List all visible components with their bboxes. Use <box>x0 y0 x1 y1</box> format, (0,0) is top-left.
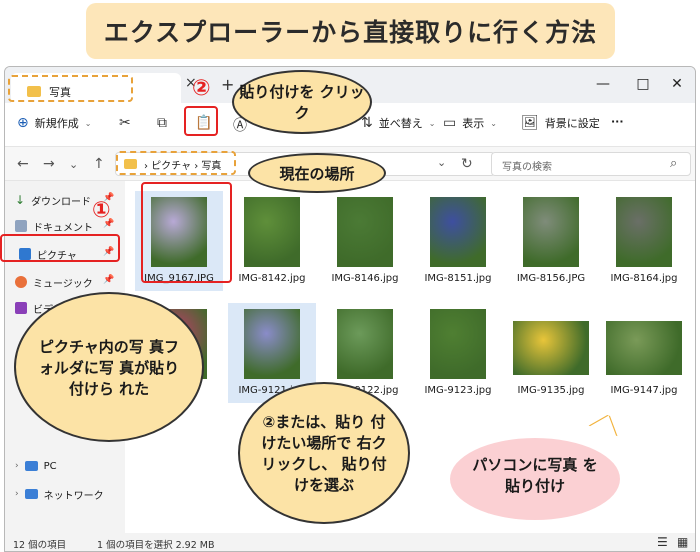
image-thumbnail <box>430 197 486 267</box>
plus-circle-icon: ⊕ <box>17 115 29 131</box>
image-thumbnail <box>337 309 393 379</box>
copy-icon: ⧉ <box>157 115 167 131</box>
network-icon <box>24 489 38 499</box>
sidebar-item-documents[interactable]: ドキュメント <box>15 217 93 235</box>
file-name: IMG-8156.JPG <box>516 273 586 284</box>
file-name: IMG-8151.jpg <box>424 273 492 284</box>
paste-button-highlight <box>184 106 218 136</box>
up-arrow-icon[interactable]: ↑ <box>93 156 105 172</box>
search-placeholder: 写真の検索 <box>502 162 552 173</box>
pc-icon <box>24 461 38 471</box>
view-label: 表示 <box>462 117 485 130</box>
recent-chevron-icon[interactable]: ⌄ <box>69 158 78 171</box>
paste-callout-text: 貼り付けを クリック <box>239 83 365 122</box>
file-item[interactable]: IMG-8156.JPG <box>507 191 595 291</box>
sidebar-item-pc[interactable]: › PC <box>15 457 57 475</box>
item-count: 12 個の項目 <box>13 540 67 551</box>
chevron-right-icon: › <box>15 461 19 471</box>
new-tab-button[interactable]: + <box>221 75 234 94</box>
image-thumbnail <box>523 197 579 267</box>
file-item[interactable]: IMG-8146.jpg <box>321 191 409 291</box>
scissors-icon: ✂ <box>119 115 131 131</box>
music-icon <box>15 276 27 288</box>
address-highlight <box>116 151 236 175</box>
chevron-down-icon: ⌄ <box>428 118 436 128</box>
pictures-highlight <box>0 234 120 262</box>
image-icon: 🖼 <box>521 115 539 131</box>
image-thumbnail <box>244 309 300 379</box>
file-name: IMG-9135.jpg <box>517 385 585 396</box>
thumbnail-view-icon[interactable]: ▦ <box>677 535 688 549</box>
video-icon <box>15 302 27 314</box>
chevron-down-icon: ⌄ <box>84 118 92 128</box>
sort-button[interactable]: ⇅ 並べ替え ⌄ <box>361 115 435 131</box>
file-name: IMG-9147.jpg <box>610 385 678 396</box>
step-two-number: ② <box>192 76 211 101</box>
file-item[interactable]: IMG-8142.jpg <box>228 191 316 291</box>
page-title: エクスプローラーから直接取りに行く方法 <box>103 18 598 47</box>
file-name: IMG-8164.jpg <box>610 273 678 284</box>
image-thumbnail <box>606 321 682 375</box>
cut-button[interactable]: ✂ <box>119 115 131 131</box>
file-item[interactable]: IMG-8164.jpg <box>600 191 688 291</box>
tab-highlight <box>8 75 133 102</box>
sidebar-item-label: ダウンロード <box>31 196 92 208</box>
sidebar-item-label: ドキュメント <box>33 222 93 234</box>
status-bar: 12 個の項目 1 個の項目を選択 2.92 MB ☰ ▦ <box>5 533 695 551</box>
download-icon: ↓ <box>15 193 26 207</box>
sidebar-item-downloads[interactable]: ↓ ダウンロード <box>15 191 91 209</box>
file-item[interactable]: IMG-8151.jpg <box>414 191 502 291</box>
paste-callout: 貼り付けを クリック <box>232 70 372 134</box>
image-thumbnail <box>513 321 589 375</box>
minimize-button[interactable]: — <box>583 73 623 95</box>
background-label: 背景に設定 <box>544 117 600 130</box>
pasted-photo-highlight <box>141 182 232 283</box>
right-click-callout: ②または、貼り 付けたい場所で 右クリックし、 貼り付けを選ぶ <box>238 382 410 524</box>
sidebar-item-label: ミュージック <box>33 278 93 290</box>
sidebar-item-music[interactable]: ミュージック <box>15 273 93 291</box>
file-name: IMG-8146.jpg <box>331 273 399 284</box>
refresh-icon[interactable]: ↻ <box>461 156 473 172</box>
chevron-right-icon: › <box>15 489 19 499</box>
details-view-icon[interactable]: ☰ <box>657 535 668 549</box>
location-callout-text: 現在の場所 <box>279 164 355 183</box>
location-callout: 現在の場所 <box>248 153 386 193</box>
search-input[interactable]: 写真の検索 ⌕ <box>491 152 691 176</box>
new-button[interactable]: ⊕ 新規作成 ⌄ <box>17 115 91 131</box>
folder-callout-text: ピクチャ内の写 真フォルダに写 真が貼り付けら れた <box>38 337 180 398</box>
more-options-button[interactable]: ··· <box>611 115 624 128</box>
back-arrow-icon[interactable]: ← <box>17 156 29 172</box>
document-icon <box>15 220 27 232</box>
summary-text: パソコンに写真 を貼り付け <box>472 456 598 495</box>
copy-button[interactable]: ⧉ <box>157 115 167 131</box>
set-background-button[interactable]: 🖼 背景に設定 <box>521 115 600 131</box>
image-thumbnail <box>244 197 300 267</box>
image-thumbnail <box>430 309 486 379</box>
new-label: 新規作成 <box>34 117 79 130</box>
sidebar-network-label: ネットワーク <box>43 490 104 502</box>
close-button[interactable]: ✕ <box>657 73 695 95</box>
file-item[interactable]: IMG-9135.jpg <box>507 303 595 403</box>
sidebar-item-network[interactable]: › ネットワーク <box>15 485 104 503</box>
selection-info: 1 個の項目を選択 2.92 MB <box>97 540 215 551</box>
image-thumbnail <box>616 197 672 267</box>
folder-callout: ピクチャ内の写 真フォルダに写 真が貼り付けら れた <box>14 292 204 442</box>
view-icon: ▭ <box>443 115 457 131</box>
search-icon: ⌕ <box>670 156 678 171</box>
pin-icon[interactable]: 📌 <box>103 275 114 285</box>
chevron-down-icon: ⌄ <box>490 118 497 128</box>
address-chevron-icon[interactable]: ⌄ <box>437 156 446 169</box>
file-item[interactable]: IMG-9147.jpg <box>600 303 688 403</box>
sort-label: 並べ替え <box>378 117 423 130</box>
sidebar-pc-label: PC <box>43 460 57 472</box>
right-click-callout-text: ②または、貼り 付けたい場所で 右クリックし、 貼り付けを選ぶ <box>261 413 387 494</box>
step-one-number: ① <box>92 198 111 223</box>
image-thumbnail <box>337 197 393 267</box>
view-button[interactable]: ▭ 表示 ⌄ <box>443 115 497 131</box>
file-name: IMG-8142.jpg <box>238 273 306 284</box>
file-item[interactable]: IMG-9123.jpg <box>414 303 502 403</box>
file-name: IMG-9123.jpg <box>424 385 492 396</box>
forward-arrow-icon[interactable]: → <box>43 156 55 172</box>
